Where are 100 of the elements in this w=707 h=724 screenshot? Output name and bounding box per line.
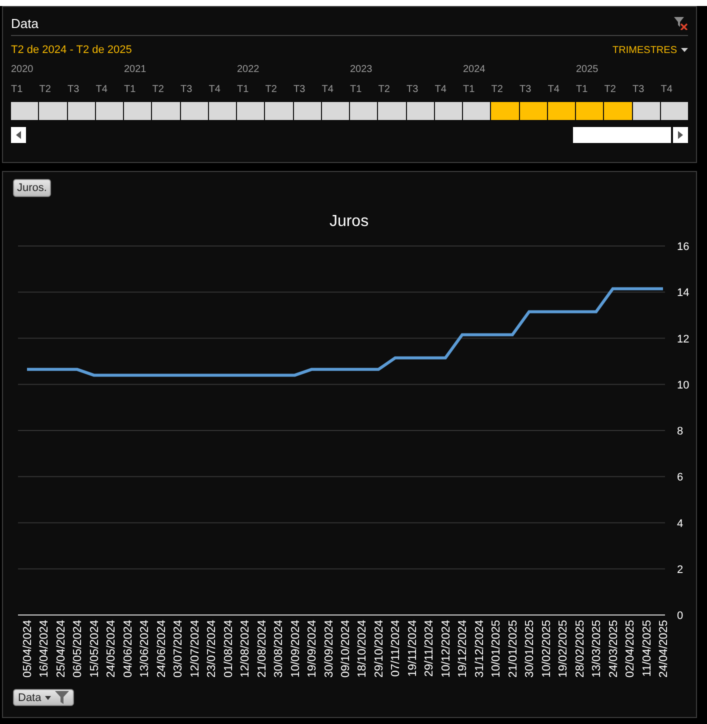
y-tick-label: 4 <box>677 518 684 530</box>
quarter-label: T4 <box>548 84 560 95</box>
quarter-label: T4 <box>96 84 108 95</box>
x-tick-label: 09/10/2024 <box>340 620 352 678</box>
x-tick-label: 06/05/2024 <box>72 620 84 678</box>
x-tick-label: 18/10/2024 <box>356 620 369 678</box>
filter-icon[interactable] <box>55 691 70 704</box>
period-cell[interactable] <box>294 102 321 120</box>
period-cell[interactable] <box>491 102 518 120</box>
y-tick-label: 2 <box>677 564 684 576</box>
y-tick-label: 8 <box>677 426 684 438</box>
x-tick-label: 24/05/2024 <box>106 620 118 678</box>
year-label: 2025 <box>576 64 598 75</box>
year-label: 2021 <box>124 64 146 75</box>
period-cell[interactable] <box>632 102 660 120</box>
period-cell[interactable] <box>68 102 95 120</box>
quarter-label: T1 <box>11 84 23 95</box>
x-tick-label: 15/05/2024 <box>88 620 101 678</box>
x-tick-label: 05/04/2024 <box>22 620 34 678</box>
period-cell[interactable] <box>39 102 66 120</box>
left-arrow-icon <box>16 131 21 139</box>
x-tick-label: 03/07/2024 <box>172 620 185 678</box>
period-cell[interactable] <box>152 102 180 120</box>
quarter-label: T2 <box>604 84 616 95</box>
x-tick-label: 19/12/2024 <box>457 620 470 678</box>
x-tick-label: 19/02/2025 <box>558 620 570 678</box>
period-cell[interactable] <box>237 102 264 120</box>
x-tick-label: 13/03/2025 <box>591 620 604 678</box>
period-cell[interactable] <box>124 102 152 120</box>
period-cell[interactable] <box>548 102 575 120</box>
x-tick-label: 19/09/2024 <box>306 620 319 678</box>
x-tick-label: 13/06/2024 <box>139 620 152 678</box>
range-label: T2 de 2024 - T2 de 2025 <box>11 44 132 56</box>
year-label: 2024 <box>463 64 486 75</box>
x-tick-label: 24/03/2025 <box>608 620 620 678</box>
y-tick-label: 16 <box>677 241 690 253</box>
period-cell[interactable] <box>434 102 462 120</box>
period-cell[interactable] <box>180 102 208 120</box>
panel-title: Data <box>11 16 38 30</box>
level-menu[interactable]: TRIMESTRES <box>612 44 688 56</box>
period-cell[interactable] <box>350 102 378 120</box>
y-tick-label: 14 <box>677 287 690 300</box>
x-tick-label: 16/04/2024 <box>38 620 51 678</box>
x-tick-label: 12/08/2024 <box>240 620 252 678</box>
x-tick-label: 30/08/2024 <box>273 620 286 678</box>
year-label: 2022 <box>237 64 260 75</box>
scroll-left-button[interactable] <box>11 127 26 143</box>
period-cell[interactable] <box>660 102 688 120</box>
quarter-label: T3 <box>180 84 192 95</box>
quarter-label: T3 <box>632 84 644 95</box>
axis-field-button[interactable]: Data <box>13 689 74 706</box>
clear-filter-icon[interactable] <box>674 16 688 30</box>
period-cell[interactable] <box>576 102 604 120</box>
quarter-label: T1 <box>124 84 136 95</box>
period-cell[interactable] <box>406 102 434 120</box>
y-tick-label: 6 <box>677 472 684 484</box>
quarter-label: T4 <box>660 84 672 95</box>
y-tick-label: 10 <box>677 379 690 392</box>
period-cell[interactable] <box>378 102 406 120</box>
quarter-label: T3 <box>294 84 306 95</box>
y-tick-label: 0 <box>677 610 684 622</box>
quarter-label: T3 <box>68 84 80 95</box>
period-cell[interactable] <box>322 102 349 120</box>
x-tick-label: 04/06/2024 <box>122 620 134 678</box>
x-tick-label: 29/11/2024 <box>424 620 436 677</box>
x-tick-label: 10/09/2024 <box>290 620 302 678</box>
quarter-label: T4 <box>208 84 220 95</box>
period-cell[interactable] <box>463 102 490 120</box>
x-tick-label: 10/01/2025 <box>490 620 503 678</box>
x-tick-label: 02/04/2025 <box>624 620 637 678</box>
period-cell[interactable] <box>520 102 547 120</box>
x-tick-label: 19/11/2024 <box>406 620 419 677</box>
x-tick-label: 28/02/2025 <box>574 620 586 678</box>
quarter-label: T3 <box>406 84 418 95</box>
quarter-label: T3 <box>520 84 532 95</box>
x-tick-label: 24/04/2025 <box>658 620 670 678</box>
right-arrow-icon <box>678 131 683 139</box>
year-label: 2020 <box>11 64 34 75</box>
quarter-label: T4 <box>322 84 334 95</box>
caret-icon <box>681 48 688 52</box>
quarter-label: T2 <box>265 84 277 95</box>
quarter-label: T1 <box>350 84 362 95</box>
scrollbar-thumb[interactable] <box>573 127 671 143</box>
period-cell[interactable] <box>96 102 123 120</box>
period-cell[interactable] <box>265 102 292 120</box>
period-cell[interactable] <box>208 102 236 120</box>
x-tick-label: 01/08/2024 <box>222 620 235 678</box>
x-tick-label: 21/08/2024 <box>256 620 268 678</box>
field-button[interactable]: Juros. <box>13 179 51 197</box>
x-tick-label: 25/04/2024 <box>55 620 68 678</box>
scroll-right-button[interactable] <box>673 127 688 143</box>
x-tick-label: 07/11/2024 <box>390 620 402 677</box>
quarter-label: T1 <box>576 84 588 95</box>
quarter-label: T2 <box>378 84 390 95</box>
x-tick-label: 10/12/2024 <box>440 620 452 678</box>
period-cell[interactable] <box>11 102 38 120</box>
x-tick-label: 10/02/2025 <box>540 620 553 678</box>
x-tick-label: 11/04/2025 <box>641 620 654 677</box>
period-cell[interactable] <box>604 102 632 120</box>
x-tick-label: 31/12/2024 <box>474 620 486 678</box>
